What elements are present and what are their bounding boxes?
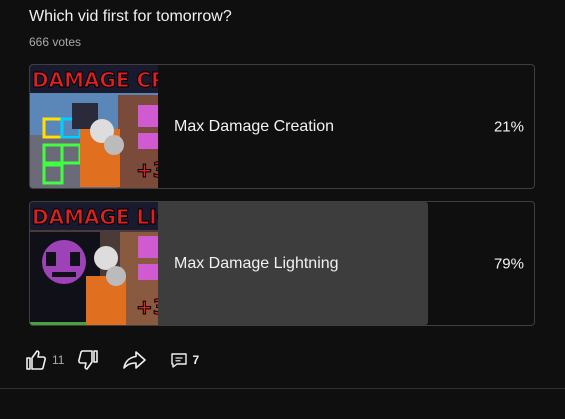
- like-button[interactable]: 11: [24, 348, 76, 372]
- thumbnail-badge-text: +3: [136, 295, 158, 319]
- divider: [0, 388, 565, 389]
- thumbnail-banner-text: DAMAGE CREATION: [32, 68, 158, 92]
- like-count: 11: [52, 353, 65, 367]
- share-button[interactable]: [122, 348, 148, 372]
- poll-option-percent: 79%: [493, 255, 524, 272]
- thumbnail-banner-text: DAMAGE LIGHTNING: [32, 205, 158, 229]
- comment-button[interactable]: 7: [170, 351, 199, 369]
- post-action-bar: 11 7: [24, 346, 199, 374]
- poll-question: Which vid first for tomorrow?: [29, 8, 232, 25]
- share-icon: [123, 351, 147, 369]
- thumbs-down-icon: [78, 350, 99, 370]
- thumbs-up-icon: [26, 350, 46, 370]
- poll-option-1[interactable]: DAMAGE CREATION +3 Max Damage Creation 2…: [29, 64, 535, 189]
- poll-option-label: Max Damage Creation: [174, 117, 335, 135]
- thumbnail-image: DAMAGE LIGHTNING +3: [30, 202, 158, 325]
- poll-option-label: Max Damage Lightning: [174, 254, 339, 272]
- dislike-button[interactable]: [76, 348, 100, 372]
- poll-option-percent: 21%: [493, 118, 524, 135]
- thumbnail-image: DAMAGE CREATION +3: [30, 65, 158, 188]
- comment-count: 7: [192, 353, 200, 367]
- vote-count: 666 votes: [29, 35, 82, 49]
- comment-icon: [171, 353, 188, 368]
- poll-option-thumbnail: DAMAGE LIGHTNING +3: [30, 202, 158, 325]
- thumbnail-badge-text: +3: [136, 158, 158, 182]
- poll-option-thumbnail: DAMAGE CREATION +3: [30, 65, 158, 188]
- poll-option-2[interactable]: DAMAGE LIGHTNING +3 Max Damage Lightning…: [29, 201, 535, 326]
